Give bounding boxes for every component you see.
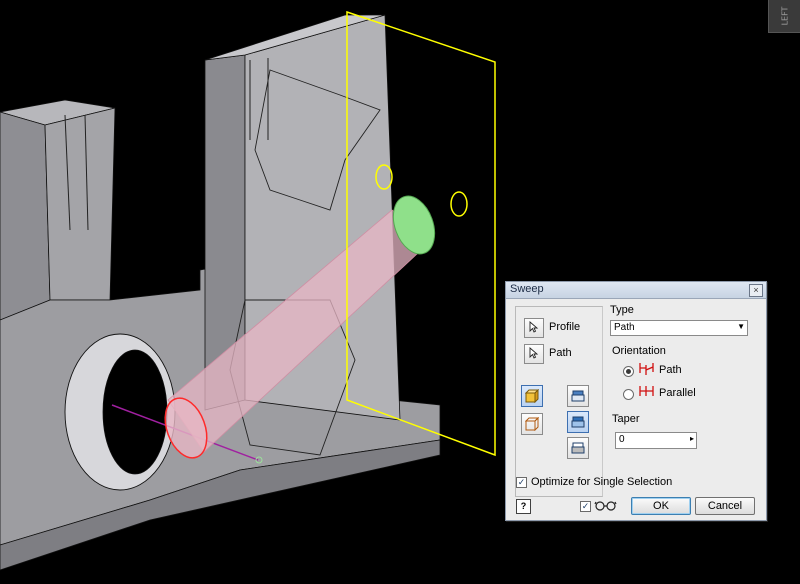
help-icon[interactable]: ? bbox=[516, 499, 531, 514]
orientation-parallel-radio[interactable] bbox=[623, 389, 634, 400]
surface-output-button[interactable] bbox=[521, 413, 543, 435]
selection-panel: Profile Path bbox=[515, 306, 603, 497]
counterbore-hole-inner bbox=[102, 349, 168, 475]
orientation-parallel-label: Parallel bbox=[659, 387, 696, 399]
preview-checkbox[interactable]: ✓ bbox=[580, 501, 591, 512]
solid-output-button[interactable] bbox=[521, 385, 543, 407]
close-icon[interactable]: × bbox=[749, 284, 763, 297]
orientation-path-radio[interactable] bbox=[623, 366, 634, 377]
view-cube-label: LEFT bbox=[779, 6, 789, 26]
solid-output-icon bbox=[525, 389, 539, 403]
part-left-side-face bbox=[44, 107, 116, 301]
orientation-label: Orientation bbox=[612, 345, 666, 357]
glasses-preview-icon bbox=[594, 501, 617, 511]
intersect-icon bbox=[571, 442, 585, 454]
chevron-down-icon: ▼ bbox=[737, 322, 745, 331]
orientation-path-icon bbox=[639, 363, 654, 375]
path-label: Path bbox=[549, 347, 572, 359]
path-select-icon bbox=[529, 347, 539, 359]
intersect-button[interactable] bbox=[567, 437, 589, 459]
orientation-parallel-icon bbox=[639, 386, 654, 396]
cut-icon bbox=[571, 416, 585, 428]
taper-value: 0 bbox=[619, 434, 625, 445]
ok-button[interactable]: OK bbox=[631, 497, 691, 515]
part-left-front-face bbox=[0, 111, 51, 321]
surface-output-icon bbox=[525, 417, 539, 431]
type-dropdown[interactable]: Path ▼ bbox=[610, 320, 748, 336]
taper-input[interactable]: 0 ▸ bbox=[615, 432, 697, 449]
type-dropdown-value: Path bbox=[614, 322, 635, 333]
taper-label: Taper bbox=[612, 413, 640, 425]
highlighted-hole-2[interactable] bbox=[450, 191, 468, 217]
dialog-title: Sweep bbox=[510, 283, 544, 295]
join-button[interactable] bbox=[567, 385, 589, 407]
orientation-path-label: Path bbox=[659, 364, 682, 376]
cut-button[interactable] bbox=[567, 411, 589, 433]
view-cube[interactable]: LEFT bbox=[768, 0, 800, 33]
path-select-button[interactable] bbox=[524, 344, 544, 364]
dialog-titlebar[interactable]: Sweep × bbox=[506, 282, 766, 299]
sweep-dialog: Sweep × Profile Path Type Path ▼ Orienta… bbox=[505, 281, 767, 521]
type-label: Type bbox=[610, 304, 634, 316]
chevron-right-icon[interactable]: ▸ bbox=[690, 434, 694, 443]
profile-select-button[interactable] bbox=[524, 318, 544, 338]
optimize-label: Optimize for Single Selection bbox=[531, 476, 673, 488]
profile-select-icon bbox=[529, 321, 539, 333]
optimize-checkbox[interactable]: ✓ bbox=[516, 477, 527, 488]
profile-label: Profile bbox=[549, 321, 581, 333]
cancel-button[interactable]: Cancel bbox=[695, 497, 755, 515]
join-icon bbox=[571, 390, 585, 402]
